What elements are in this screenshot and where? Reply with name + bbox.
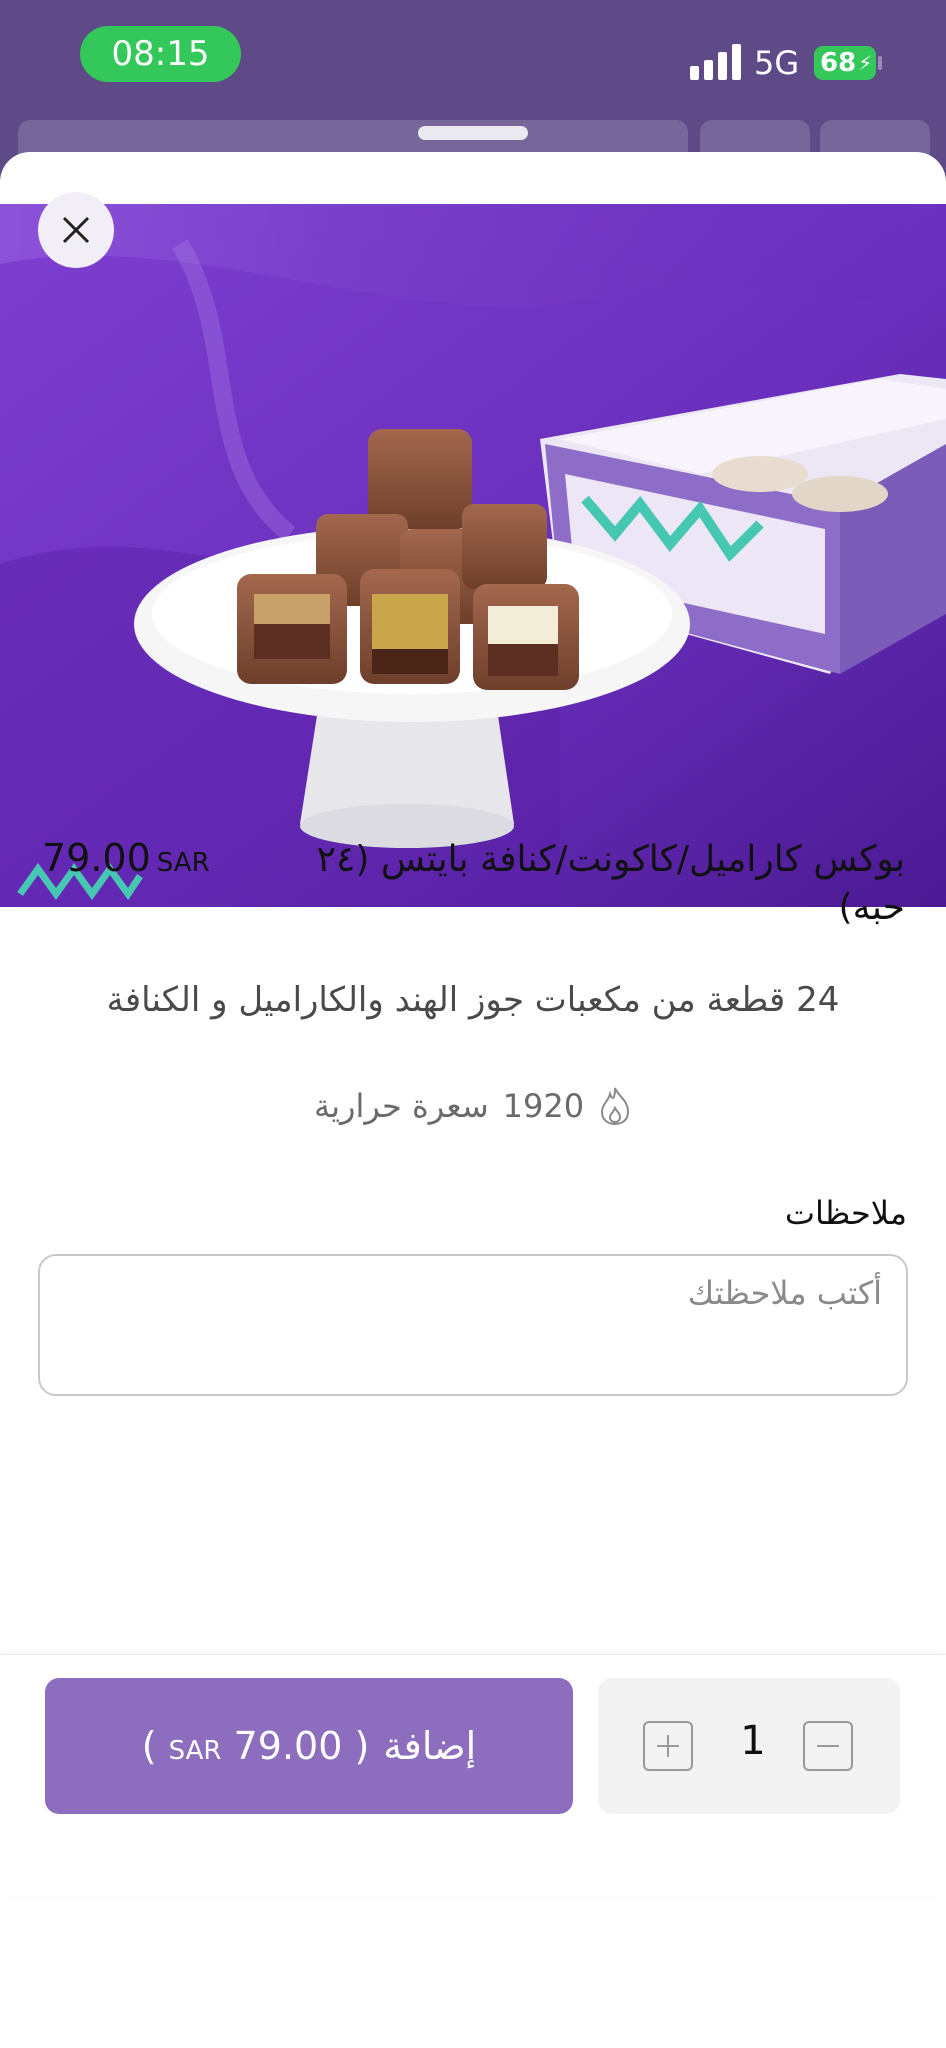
status-bar: 08:15 5G 68 ⚡ <box>0 0 946 120</box>
signal-icon <box>690 44 742 80</box>
notes-input[interactable] <box>40 1256 906 1394</box>
sheet-grabber[interactable] <box>418 126 528 140</box>
product-description: 24 قطعة من مكعبات جوز الهند والكاراميل و… <box>106 980 840 1020</box>
charging-icon: ⚡ <box>858 51 873 75</box>
quantity-stepper: 1 <box>598 1678 900 1814</box>
battery-level: 68 <box>820 48 857 78</box>
plus-icon <box>657 1735 679 1757</box>
battery-indicator: 68 ⚡ <box>814 46 876 80</box>
calories-unit: سعرة حرارية <box>313 1087 489 1125</box>
calories-value: 1920 <box>502 1087 585 1125</box>
close-button[interactable] <box>38 192 114 268</box>
product-image <box>0 204 946 907</box>
close-icon <box>62 216 90 244</box>
increment-button[interactable] <box>643 1721 693 1771</box>
price-currency: SAR <box>156 848 210 878</box>
product-price: 79.00 SAR <box>42 836 210 880</box>
flame-icon <box>601 1087 630 1126</box>
add-label: إضافة <box>383 1724 477 1768</box>
product-title: بوكس كاراميل/كاكونت/كنافة بايتس (٢٤ حبه) <box>316 839 905 928</box>
notes-field[interactable] <box>38 1254 908 1396</box>
minus-icon <box>817 1745 839 1747</box>
battery-cap <box>878 56 882 70</box>
time-pill: 08:15 <box>80 26 241 82</box>
calories-row: 1920 سعرة حرارية <box>0 1086 946 1126</box>
add-price-value: 79.00 <box>233 1724 343 1768</box>
status-time: 08:15 <box>111 34 210 74</box>
notes-label: ملاحظات <box>784 1194 907 1232</box>
network-label: 5G <box>754 44 800 82</box>
price-value: 79.00 <box>42 836 151 880</box>
quantity-value: 1 <box>740 1718 766 1764</box>
add-to-cart-button[interactable]: إضافة ( 79.00 SAR ) <box>45 1678 573 1814</box>
add-price-currency: SAR <box>168 1736 222 1766</box>
add-price-wrapper: ( 79.00 SAR ) <box>141 1724 370 1768</box>
decrement-button[interactable] <box>803 1721 853 1771</box>
